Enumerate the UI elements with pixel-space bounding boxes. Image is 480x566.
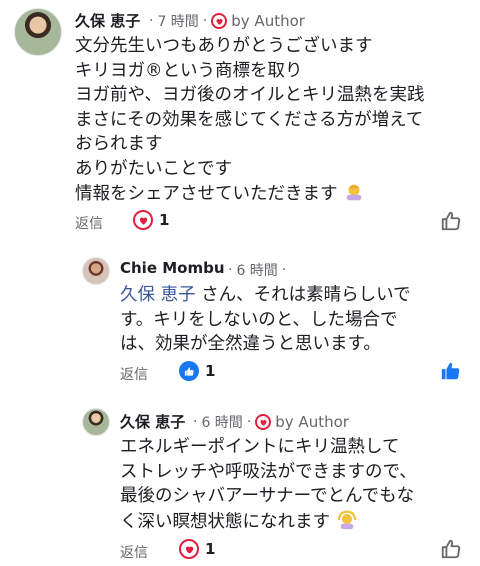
author-heart-icon bbox=[255, 414, 272, 430]
comment-line: さん、それは素晴らしいで bbox=[195, 285, 411, 305]
comment-line: ありがたいことです bbox=[75, 158, 232, 179]
comment-line: く深い瞑想状態になれます bbox=[120, 511, 330, 532]
comment-body: 文分先生いつもありがとうございます キリヨガ®という商標を取り ヨガ前や、ヨガ後… bbox=[75, 34, 424, 207]
comment-line: ヨガ前や、ヨガ後のオイルとキリ温熱を実践 bbox=[75, 85, 425, 105]
comment-meta: · 7 時間 · by Author bbox=[149, 11, 305, 31]
avatar[interactable] bbox=[82, 257, 110, 285]
reply-button[interactable]: 返信 bbox=[120, 364, 148, 384]
emoji-bowing-person-icon bbox=[346, 184, 362, 201]
avatar[interactable] bbox=[14, 8, 62, 56]
comment-meta: · 6 時間 · by Author bbox=[193, 412, 349, 432]
comment-author[interactable]: 久保 恵子 bbox=[120, 411, 185, 432]
comment-time[interactable]: 6 時間 bbox=[236, 260, 277, 280]
comment-body: エネルギーポイントにキリ温熱して ストレッチや呼吸法ができますので、 最後のシャ… bbox=[120, 435, 417, 534]
comment-line: キリヨガ®という商標を取り bbox=[75, 60, 303, 81]
comment-meta: · 6 時間 · bbox=[228, 260, 287, 280]
heart-icon bbox=[133, 210, 153, 230]
comment-line: は、効果が全然違うと思います。 bbox=[120, 334, 381, 354]
comment-line: す。キリをしないのと、した場合で bbox=[120, 309, 398, 330]
heart-icon bbox=[179, 539, 199, 559]
comment-line: おられます bbox=[75, 134, 163, 154]
thumbs-up-outline-icon bbox=[441, 539, 461, 559]
comment-line: 情報をシェアさせていただきます bbox=[75, 184, 338, 204]
comment-author[interactable]: Chie Mombu bbox=[120, 259, 225, 277]
like-button[interactable] bbox=[440, 360, 462, 382]
thumbs-up-outline-icon bbox=[441, 211, 461, 231]
reaction-summary[interactable]: 1 bbox=[179, 361, 215, 381]
reaction-summary[interactable]: 1 bbox=[179, 539, 215, 559]
author-heart-icon bbox=[211, 13, 228, 29]
reaction-count: 1 bbox=[205, 362, 216, 380]
comment-line: エネルギーポイントにキリ温熱して bbox=[120, 437, 400, 457]
reaction-count: 1 bbox=[205, 540, 216, 558]
comment-line: ストレッチや呼吸法ができますので、 bbox=[120, 461, 417, 482]
comment-line: 文分先生いつもありがとうございます bbox=[75, 36, 373, 56]
author-badge: by Author bbox=[275, 413, 349, 431]
reply-button[interactable]: 返信 bbox=[75, 213, 103, 233]
comment-time[interactable]: 7 時間 bbox=[157, 11, 198, 31]
author-badge: by Author bbox=[231, 12, 305, 30]
reaction-summary[interactable]: 1 bbox=[133, 210, 169, 230]
thumbs-up-filled-icon bbox=[441, 362, 460, 380]
comment-time[interactable]: 6 時間 bbox=[201, 412, 242, 432]
like-button[interactable] bbox=[440, 210, 462, 232]
emoji-gesturing-ok-icon bbox=[337, 510, 356, 529]
mention-link[interactable]: 久保 恵子 bbox=[120, 285, 196, 305]
thumbs-up-icon bbox=[179, 361, 199, 381]
comment-author[interactable]: 久保 恵子 bbox=[75, 10, 140, 31]
reply-button[interactable]: 返信 bbox=[120, 542, 148, 562]
comment-body: 久保 恵子 さん、それは素晴らしいで す。キリをしないのと、した場合で は、効果… bbox=[120, 283, 411, 357]
reaction-count: 1 bbox=[159, 211, 170, 229]
like-button[interactable] bbox=[440, 538, 462, 560]
comment-line: まさにその効果を感じてくださる方が増えて bbox=[75, 109, 424, 130]
comment-line: 最後のシャバアーサナーでとんでもな bbox=[120, 486, 415, 506]
avatar[interactable] bbox=[82, 408, 110, 436]
